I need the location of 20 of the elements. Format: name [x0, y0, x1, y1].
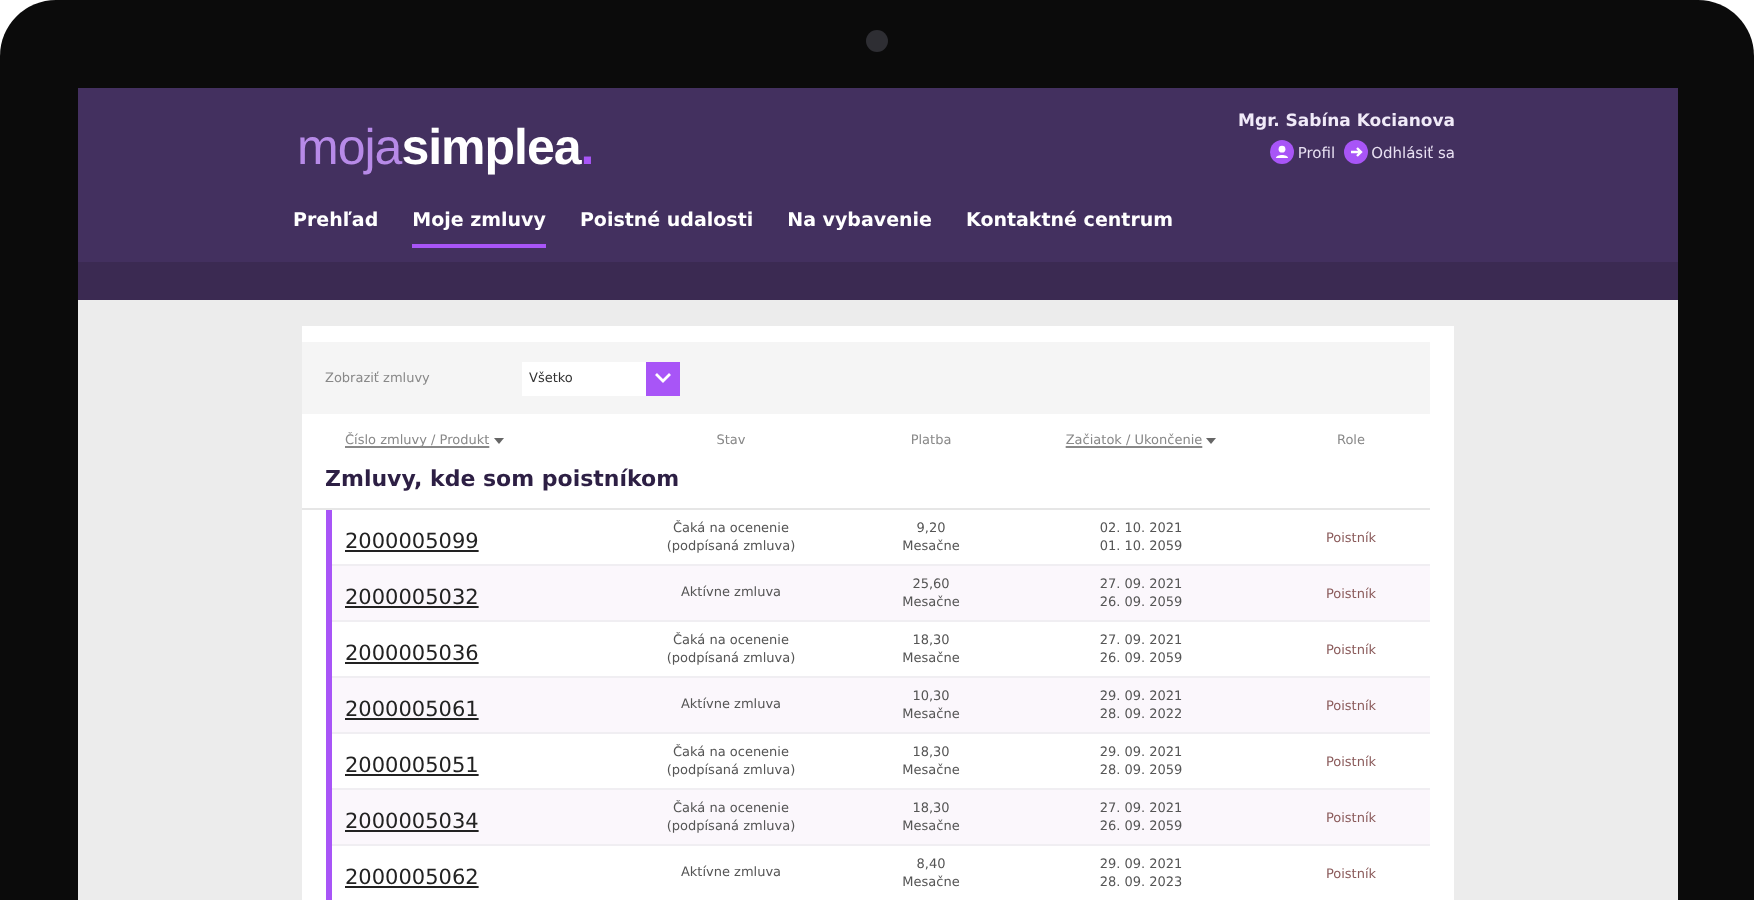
- nav-tab[interactable]: Na vybavenie: [787, 210, 932, 248]
- sort-caret-icon: [1206, 437, 1217, 443]
- contract-number-link[interactable]: 2000005032: [345, 586, 479, 610]
- nav-tab[interactable]: Poistné udalosti: [579, 210, 754, 248]
- contract-number-link[interactable]: 2000005036: [345, 642, 479, 666]
- user-name: Mgr. Sabína Kocianova: [1238, 112, 1455, 132]
- contract-number-link[interactable]: 2000005034: [345, 810, 479, 834]
- contract-number-link[interactable]: 2000005061: [345, 698, 479, 722]
- nav-tab[interactable]: Prehľad: [293, 210, 379, 248]
- camera-icon: [866, 30, 888, 52]
- sort-caret-icon: [493, 437, 504, 443]
- contract-number-link[interactable]: 2000005062: [345, 866, 479, 890]
- nav-tab[interactable]: Kontaktné centrum: [966, 210, 1174, 248]
- contract-number-link[interactable]: 2000005099: [345, 530, 479, 554]
- arrow-right-icon: [1343, 140, 1368, 164]
- chevron-down-icon: [653, 372, 671, 384]
- nav-tab[interactable]: Moje zmluvy: [412, 210, 546, 248]
- contract-number-link[interactable]: 2000005051: [345, 754, 479, 778]
- user-icon: [1269, 140, 1294, 164]
- logo: mojasimplea.: [297, 120, 594, 178]
